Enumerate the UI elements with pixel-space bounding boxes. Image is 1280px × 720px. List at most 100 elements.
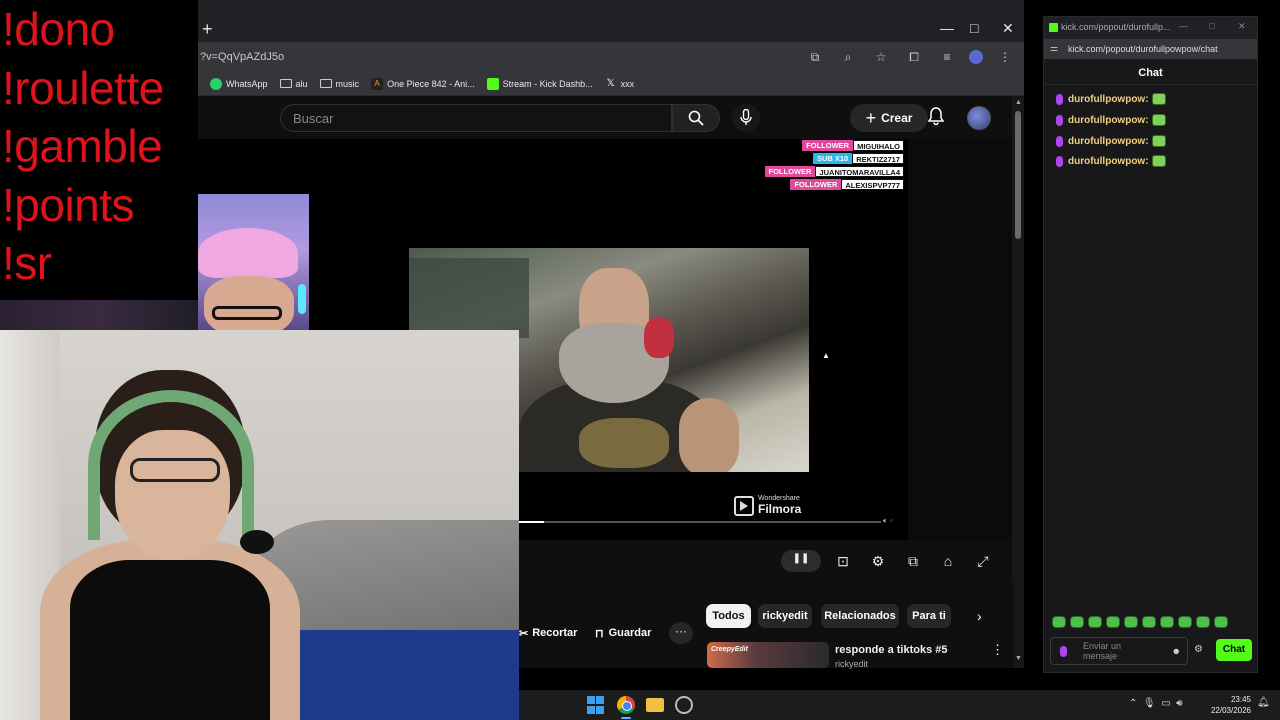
player-controls: ❚❚ ⊡ ⚙ ⧉ ⌂ ⤢ — [519, 540, 1012, 582]
bookmark-whatsapp[interactable]: WhatsApp — [210, 77, 268, 90]
miniplayer-icon[interactable]: ⧉ — [903, 552, 923, 570]
recommendation-channel[interactable]: rickyedit — [835, 659, 868, 669]
chip-todos[interactable]: Todos — [706, 604, 751, 628]
create-button[interactable]: + Crear — [850, 104, 928, 132]
subtitles-icon[interactable]: ⊡ — [833, 552, 853, 570]
emote-icon[interactable] — [1124, 616, 1138, 628]
broadcaster-badge-icon — [1056, 135, 1063, 147]
chat-message: durofullpowpow: — [1056, 93, 1166, 105]
chat-close-button[interactable]: ✕ — [1238, 21, 1246, 32]
emote-picker-icon[interactable]: ☻ — [1172, 646, 1181, 656]
chat-message-input[interactable]: Enviar un mensaje ☻ — [1050, 637, 1188, 665]
command-points: !points — [2, 178, 135, 231]
bookmark-star-icon[interactable]: ☆ — [870, 47, 892, 67]
recommendation-thumbnail[interactable]: CreepyEdit — [707, 642, 829, 668]
broadcaster-badge-icon — [1056, 114, 1063, 126]
plus-icon: + — [865, 108, 877, 128]
chips-next-arrow-icon[interactable]: › — [977, 608, 982, 624]
search-button[interactable] — [672, 104, 720, 132]
new-tab-button[interactable]: + — [202, 20, 213, 38]
bookmark-music[interactable]: music — [319, 79, 359, 89]
minimize-button[interactable]: — — [940, 18, 954, 38]
emote-icon[interactable] — [1160, 616, 1174, 628]
save-button[interactable]: ⊓ Guardar — [595, 622, 651, 644]
emote-icon[interactable] — [1070, 616, 1084, 628]
account-avatar[interactable] — [967, 106, 991, 130]
chip-relacionados[interactable]: Relacionados — [821, 604, 899, 628]
file-explorer-icon[interactable] — [646, 698, 664, 712]
emote-icon[interactable] — [1052, 616, 1066, 628]
emote-icon[interactable] — [1088, 616, 1102, 628]
chat-commands-overlay: !dono !roulette !gamble !points !sr — [0, 0, 198, 300]
notification-bell-icon[interactable]: 🔔︎ — [1257, 697, 1270, 708]
start-windows-icon[interactable] — [587, 696, 605, 714]
url-text[interactable]: ?v=QqVpAZdJ5o — [200, 51, 284, 63]
recommendation-title[interactable]: responde a tiktoks #5 — [835, 644, 948, 656]
chat-send-button[interactable]: Chat — [1216, 639, 1252, 661]
bookmark-one-piece[interactable]: A One Piece 842 - Ani... — [371, 77, 475, 90]
emote-icon[interactable] — [1178, 616, 1192, 628]
chat-window-titlebar: kick.com/popout/durofullp... — □ ✕ — [1044, 17, 1257, 39]
chip-para-ti[interactable]: Para ti — [907, 604, 951, 628]
bookmark-xxx[interactable]: 𝕏xxx — [605, 78, 635, 90]
media-control-icon[interactable]: ≡ — [936, 47, 958, 67]
scissors-icon: ✂︎ — [519, 627, 529, 640]
pause-button[interactable]: ❚❚ — [781, 550, 821, 572]
scroll-up-arrow-icon[interactable]: ▲ — [1015, 99, 1022, 106]
webcam-strip — [0, 300, 198, 330]
filmora-logo-icon — [734, 495, 754, 516]
address-bar[interactable]: ?v=QqVpAZdJ5o ⧉ ⌕ ☆ ⧠ ≡ ⋮ — [198, 42, 1024, 72]
volume-icon[interactable]: 🔈︎ ◦ — [883, 516, 893, 526]
taskbar-clock[interactable]: 23:45 22/03/2026 — [1205, 694, 1251, 716]
emote-icon[interactable] — [1106, 616, 1120, 628]
fullscreen-icon[interactable]: ⤢ — [973, 552, 993, 570]
settings-gear-icon[interactable]: ⚙ — [868, 552, 888, 570]
install-app-icon[interactable]: ⧉ — [804, 47, 826, 67]
menu-icon[interactable]: ⋮ — [994, 47, 1016, 67]
more-actions-button[interactable]: ··· — [669, 622, 693, 644]
emote-icon[interactable] — [1214, 616, 1228, 628]
chat-message: durofullpowpow: — [1056, 135, 1166, 147]
close-button[interactable]: ✕ — [1002, 18, 1014, 38]
video-progress-bar[interactable] — [519, 521, 881, 523]
notifications-bell-icon[interactable] — [928, 107, 944, 125]
chat-settings-gear-icon[interactable]: ⚙ — [1194, 644, 1203, 655]
chat-address-bar[interactable]: ⚌ kick.com/popout/durofullpowpow/chat — [1044, 39, 1257, 59]
scroll-down-arrow-icon[interactable]: ▼ — [1015, 655, 1022, 662]
broadcaster-badge-icon — [1056, 93, 1063, 105]
chat-message: durofullpowpow: — [1056, 155, 1166, 167]
emote-icon — [1151, 114, 1166, 126]
folder-icon — [319, 79, 332, 88]
below-player: Todos rickyedit Relacionados Para ti › ✂… — [519, 582, 1014, 669]
chat-minimize-button[interactable]: — — [1179, 21, 1188, 31]
bookmark-alu[interactable]: alu — [279, 79, 308, 89]
system-tray[interactable]: ⌃ 🎙︎ ▭ 🔊︎ — [1129, 698, 1183, 709]
chat-maximize-button[interactable]: □ — [1209, 21, 1214, 31]
alert-row: FOLLOWER ALEXISPVP777 — [750, 179, 904, 190]
extensions-icon[interactable]: ⧠ — [903, 47, 925, 67]
maximize-button[interactable]: □ — [970, 18, 978, 38]
progress-fill — [519, 521, 545, 523]
save-bookmark-icon: ⊓ — [595, 627, 604, 640]
active-app-indicator — [621, 717, 631, 719]
emote-icon[interactable] — [1142, 616, 1156, 628]
search-input[interactable]: Buscar — [280, 104, 672, 132]
emote-icon[interactable] — [1196, 616, 1210, 628]
voice-search-button[interactable] — [732, 104, 760, 132]
site-settings-icon[interactable]: ⚌ — [1050, 43, 1058, 54]
tab-bar: + — □ ✕ — [198, 0, 1024, 42]
emote-icon — [1151, 93, 1166, 105]
scrollbar-thumb[interactable] — [1015, 111, 1021, 239]
cast-icon[interactable]: ⌂ — [938, 552, 958, 570]
recommendation-menu-icon[interactable]: ⋮ — [991, 642, 1004, 658]
clip-button[interactable]: ✂︎ Recortar — [519, 622, 577, 644]
bookmark-kick-dashboard[interactable]: Stream - Kick Dashb... — [486, 77, 593, 90]
zoom-icon[interactable]: ⌕ — [837, 47, 859, 67]
kick-icon — [486, 77, 499, 90]
chrome-icon[interactable] — [617, 696, 635, 714]
bookmarks-bar: WhatsApp alu music A One Piece 842 - Ani.… — [198, 72, 1024, 96]
chip-rickyedit[interactable]: rickyedit — [758, 604, 812, 628]
profile-icon[interactable] — [969, 50, 983, 64]
command-roulette: !roulette — [2, 61, 164, 114]
obs-icon[interactable] — [675, 696, 693, 714]
